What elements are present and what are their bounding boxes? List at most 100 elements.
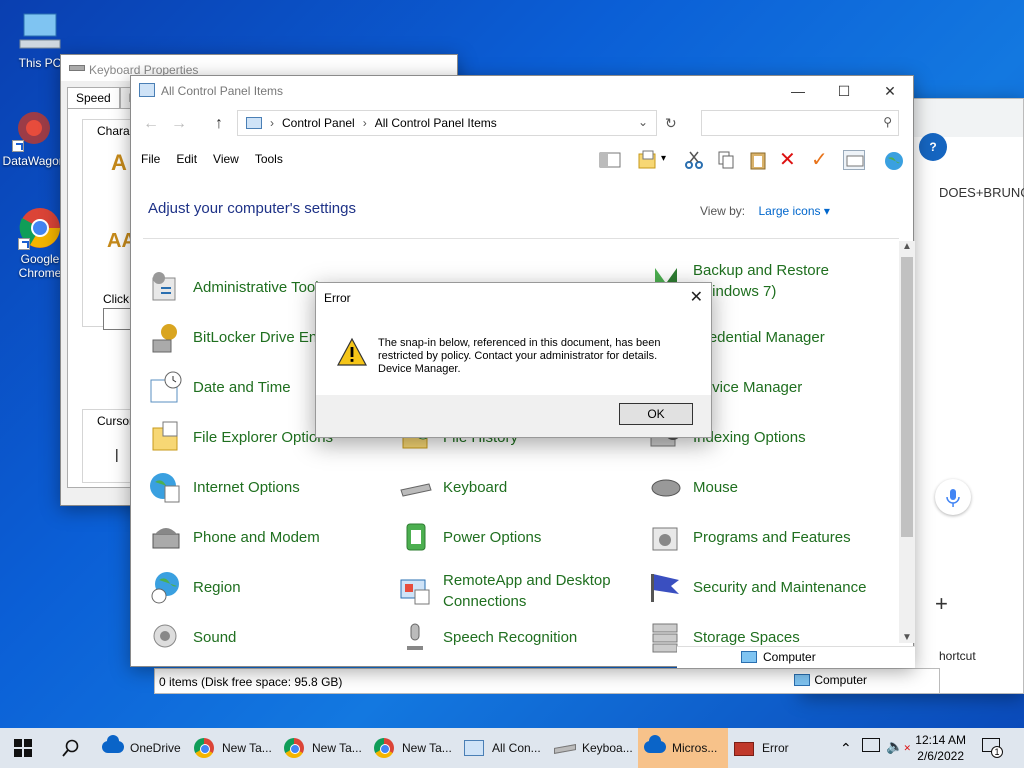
cp-item-phone-modem[interactable]: Phone and Modem (149, 520, 320, 554)
menu-file[interactable]: File (141, 152, 160, 166)
system-clock[interactable]: 12:14 AM 2/6/2022 (915, 732, 966, 764)
cp-item-label: Mouse (693, 478, 739, 496)
bitlocker-key-icon (149, 320, 183, 354)
inner-status-bar: Computer (677, 646, 915, 668)
up-arrow-icon[interactable]: ↑ (215, 115, 223, 133)
cp-item-file-explorer-options[interactable]: File Explorer Options (149, 420, 333, 454)
cut-icon[interactable] (683, 150, 705, 170)
action-center-button[interactable]: 1 (982, 738, 1004, 758)
taskbar-item-error[interactable]: Error (728, 728, 810, 768)
cp-item-mouse[interactable]: Mouse (649, 470, 738, 504)
forward-arrow-icon[interactable]: → (171, 115, 187, 133)
dialog-title: Error (324, 291, 351, 305)
taskbar-item-microsoft[interactable]: Micros... (638, 728, 728, 768)
breadcrumb-separator-icon: › (270, 116, 274, 130)
search-icon: ⚲ (883, 115, 892, 129)
taskbar-item-chrome-2[interactable]: New Ta... (278, 728, 368, 768)
minimize-button[interactable]: — (775, 76, 821, 106)
menu-view[interactable]: View (213, 152, 239, 166)
cp-item-label: Region (193, 578, 241, 596)
taskbar: OneDrive New Ta... New Ta... New Ta... A… (0, 728, 1024, 768)
battery-plug-icon (399, 520, 433, 554)
address-bar[interactable]: › Control Panel › All Control Panel Item… (237, 110, 657, 136)
cp-item-region[interactable]: Region (149, 570, 241, 604)
maximize-button[interactable]: ☐ (821, 76, 867, 106)
start-button[interactable] (0, 728, 46, 768)
cp-item-administrative-tools[interactable]: Administrative Tools (149, 270, 326, 304)
add-shortcut-icon[interactable]: + (935, 591, 948, 617)
layout-pane-icon[interactable] (599, 150, 621, 170)
cp-item-power-options[interactable]: Power Options (399, 520, 541, 554)
dropdown-chevron-icon[interactable]: ⌄ (638, 115, 648, 129)
cp-item-label: Programs and Features (693, 528, 851, 546)
computer-icon (18, 10, 62, 54)
window-title: All Control Panel Items (161, 84, 284, 98)
scroll-down-icon[interactable]: ▼ (902, 632, 912, 643)
cp-item-internet-options[interactable]: Internet Options (149, 470, 300, 504)
properties-folder-icon[interactable] (637, 150, 659, 170)
warning-icon (336, 337, 368, 370)
cp-item-label: Sound (193, 628, 237, 646)
taskbar-item-chrome-3[interactable]: New Ta... (368, 728, 458, 768)
keyboard-icon (69, 65, 85, 71)
page-title: Adjust your computer's settings (148, 200, 356, 217)
programs-box-icon (649, 520, 683, 554)
address-row: ← → ↑ › Control Panel › All Control Pane… (131, 106, 913, 142)
cp-item-label: Keyboard (443, 478, 508, 496)
error-dialog[interactable]: Error ✕ The snap-in below, referenced in… (315, 282, 712, 438)
close-button[interactable]: ✕ (867, 76, 913, 106)
refresh-icon[interactable]: ↻ (665, 115, 677, 132)
chrome-icon (194, 738, 216, 758)
status-location: Computer (794, 673, 867, 687)
checkmark-icon[interactable]: ✓ (811, 147, 833, 171)
network-icon[interactable] (862, 738, 880, 752)
help-icon[interactable]: ? (919, 133, 947, 161)
scroll-up-icon[interactable]: ▲ (902, 241, 912, 252)
menu-tools[interactable]: Tools (255, 152, 283, 166)
breadcrumb-all-items[interactable]: All Control Panel Items (375, 116, 497, 130)
voice-search-button[interactable] (935, 479, 971, 515)
scrollbar-thumb[interactable] (901, 257, 913, 537)
breadcrumb-control-panel[interactable]: Control Panel (282, 116, 355, 130)
paste-icon[interactable] (747, 150, 769, 170)
copy-icon[interactable] (715, 150, 737, 170)
cp-item-label: Phone and Modem (193, 528, 320, 546)
volume-muted-icon[interactable]: 🔈✕ (886, 738, 911, 755)
delete-icon[interactable]: ✕ (779, 147, 801, 171)
close-icon[interactable]: ✕ (690, 287, 703, 307)
menu-edit[interactable]: Edit (176, 152, 197, 166)
cursor-preview: | (115, 446, 119, 462)
taskbar-item-control-panel[interactable]: All Con... (458, 728, 548, 768)
chevron-up-icon[interactable]: ⌃ (840, 740, 852, 757)
dropdown-chevron-icon[interactable]: ▾ (661, 153, 673, 173)
control-panel-icon (246, 117, 262, 129)
back-arrow-icon[interactable]: ← (143, 115, 159, 133)
cp-item-sound[interactable]: Sound (149, 620, 236, 654)
cp-item-keyboard[interactable]: Keyboard (399, 470, 507, 504)
ok-button[interactable]: OK (619, 403, 693, 425)
globe-icon[interactable] (883, 150, 905, 170)
cp-item-date-time[interactable]: Date and Time (149, 370, 291, 404)
remote-desktop-icon (399, 574, 433, 608)
taskbar-item-onedrive[interactable]: OneDrive (96, 728, 188, 768)
view-details-icon[interactable] (843, 150, 865, 170)
search-input[interactable]: ⚲ (701, 110, 899, 136)
cp-item-speech-recognition[interactable]: Speech Recognition (399, 620, 577, 654)
search-button[interactable] (46, 728, 96, 768)
taskbar-item-keyboard[interactable]: Keyboa... (548, 728, 638, 768)
cp-item-security-maintenance[interactable]: Security and Maintenance (649, 570, 866, 604)
internet-globe-icon (149, 470, 183, 504)
taskbar-item-label: All Con... (492, 741, 541, 755)
administrative-tools-icon (149, 270, 183, 304)
chrome-icon (374, 738, 396, 758)
tab-speed[interactable]: Speed (67, 87, 120, 108)
keyboard-icon (554, 738, 576, 758)
taskbar-item-chrome-1[interactable]: New Ta... (188, 728, 278, 768)
view-by-dropdown[interactable]: Large icons ▾ (758, 204, 829, 218)
vertical-scrollbar[interactable]: ▲ ▼ (899, 241, 915, 643)
cp-item-remoteapp[interactable]: RemoteApp and Desktop Connections (399, 570, 633, 612)
control-panel-icon (464, 738, 486, 758)
toolbox-icon (734, 738, 756, 758)
cp-item-programs-features[interactable]: Programs and Features (649, 520, 851, 554)
chrome-icon (18, 206, 62, 250)
